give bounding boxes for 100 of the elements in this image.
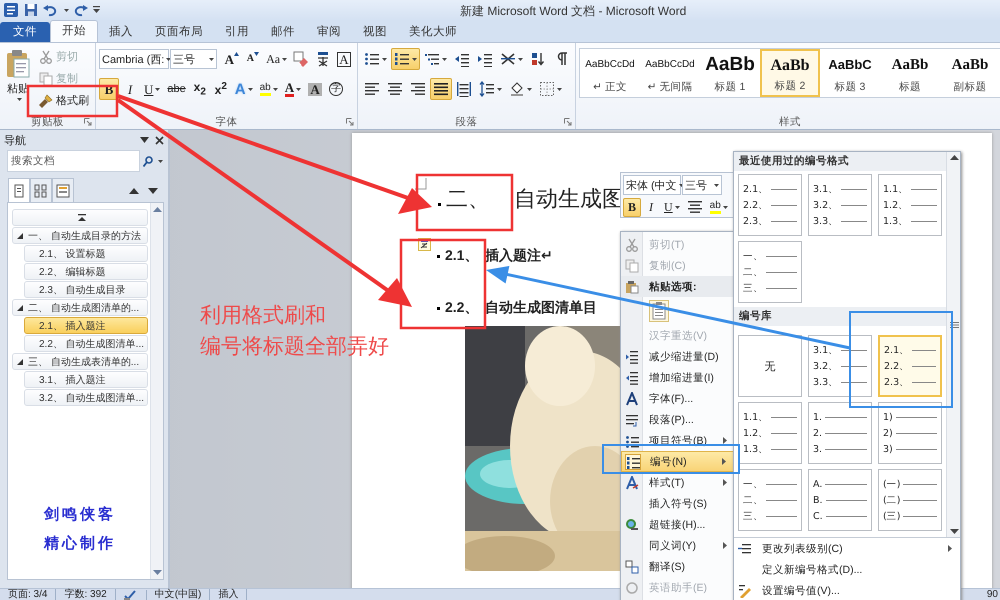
ribbon-tab[interactable]: 审阅	[306, 22, 352, 42]
redo-icon[interactable]	[74, 3, 88, 17]
menu-item[interactable]: 更改列表级别(C)	[734, 538, 960, 559]
undo-icon[interactable]	[43, 3, 57, 17]
font-name-field[interactable]: 宋体 (中文	[623, 175, 681, 195]
strikethrough-button[interactable]: abe	[164, 78, 189, 100]
numbering-format[interactable]: 1.1、 1.2、 1.3、	[738, 402, 802, 464]
dialog-launcher-icon[interactable]	[84, 118, 92, 126]
menu-item[interactable]: 样式(T)	[621, 472, 735, 493]
menu-item[interactable]: 超链接(H)...	[621, 514, 735, 535]
scroll-down-icon[interactable]	[950, 529, 958, 534]
nav-heading[interactable]: 2.1、 设置标题	[24, 245, 148, 262]
dialog-launcher-icon[interactable]	[346, 118, 354, 126]
grow-font-button[interactable]: A	[222, 48, 242, 70]
numbering-format[interactable]: 无	[738, 335, 802, 397]
numbered-list-button[interactable]	[391, 48, 420, 70]
numbering-format[interactable]: 一、 二、 三、	[738, 469, 802, 531]
style-option[interactable]: AaBb 标题 1	[700, 49, 760, 97]
word-count[interactable]: 字数: 392	[56, 589, 116, 600]
numbering-format[interactable]: 一、 二、 三、	[738, 241, 802, 303]
numbering-format[interactable]: 3.1、 3.2、 3.3、	[808, 335, 872, 397]
save-icon[interactable]	[24, 3, 38, 17]
language-indicator[interactable]: 中文(中国)	[146, 589, 210, 600]
scroll-thumb-icon[interactable]	[950, 322, 958, 328]
numbering-format[interactable]: 1) 2) 3)	[878, 402, 942, 464]
search-field[interactable]: 搜索文档	[7, 150, 140, 172]
ribbon-tab[interactable]: 插入	[98, 22, 144, 42]
change-case-button[interactable]: Aa	[264, 48, 290, 70]
underline-button[interactable]: U	[661, 198, 683, 216]
font-name-field[interactable]: Cambria (西:	[99, 49, 169, 69]
character-shading-button[interactable]: A	[305, 78, 326, 100]
italic-button[interactable]: I	[642, 198, 660, 216]
style-option[interactable]: AaBb 标题 2	[760, 49, 820, 97]
numbering-format[interactable]: 1.1、 1.2、 1.3、	[878, 174, 942, 236]
next-heading-icon[interactable]	[148, 188, 158, 194]
format-painter-button[interactable]: 格式刷	[36, 91, 92, 110]
menu-item[interactable]: 同义词(Y)	[621, 535, 735, 556]
ribbon-tab[interactable]: 视图	[352, 22, 398, 42]
headings-view-tab[interactable]	[8, 178, 30, 202]
underline-button[interactable]: U	[141, 78, 164, 100]
insert-mode-indicator[interactable]: 插入	[210, 589, 248, 600]
numbering-format[interactable]: 2.1、 2.2、 2.3、	[878, 335, 942, 397]
document-icon[interactable]	[3, 2, 19, 18]
highlight-button[interactable]: ab	[256, 78, 281, 100]
ribbon-tab[interactable]: 邮件	[260, 22, 306, 42]
menu-item[interactable]: 增加缩进量(I)	[621, 367, 735, 388]
numbering-format[interactable]: 3.1、 3.2、 3.3、	[808, 174, 872, 236]
menu-item[interactable]: 定义新编号格式(D)...	[734, 559, 960, 580]
nav-heading[interactable]: 3.1、 插入题注	[24, 371, 148, 388]
nav-heading[interactable]: 三、 自动生成表清单的...	[12, 353, 148, 370]
nav-heading[interactable]: 2.1、 插入题注	[24, 317, 148, 334]
numbering-format[interactable]: 1. 2. 3.	[808, 402, 872, 464]
nav-heading[interactable]: 3.2、 自动生成图清单...	[24, 389, 148, 406]
search-icon[interactable]	[143, 156, 153, 166]
bold-button[interactable]: B	[623, 198, 641, 216]
style-option[interactable]: AaBb 副标题	[940, 49, 1000, 97]
numbering-format[interactable]: (一) (二) (三)	[878, 469, 942, 531]
numbering-format[interactable]: 2.1、 2.2、 2.3、	[738, 174, 802, 236]
nav-heading[interactable]: 二、 自动生成图清单的...	[12, 299, 148, 316]
superscript-button[interactable]: x$^{2}$	[210, 78, 231, 100]
font-size-field[interactable]: 三号	[682, 175, 722, 195]
menu-item[interactable]: 字体(F)...	[621, 388, 735, 409]
menu-item[interactable]: 减少缩进量(D)	[621, 346, 735, 367]
subscript-button[interactable]: x$_{2}$	[190, 78, 210, 100]
menu-item[interactable]: 设置编号值(V)...	[734, 580, 960, 600]
zoom-level[interactable]: 90	[986, 589, 1000, 600]
scrollbar[interactable]	[946, 152, 960, 537]
menu-item[interactable]: 翻译(S)	[621, 556, 735, 577]
expand-triangle-icon[interactable]	[17, 358, 23, 364]
file-tab[interactable]: 文件	[0, 22, 50, 42]
nav-heading[interactable]: 2.3、 自动生成目录	[24, 281, 148, 298]
ribbon-tab[interactable]: 美化大师	[398, 22, 468, 42]
nav-heading[interactable]: 2.2、 自动生成图清单...	[24, 335, 148, 352]
expand-triangle-icon[interactable]	[17, 304, 23, 310]
italic-button[interactable]: I	[120, 78, 140, 100]
ribbon-tab[interactable]: 页面布局	[144, 22, 214, 42]
numbering-format[interactable]: A. B. C.	[808, 469, 872, 531]
style-option[interactable]: AaBbCcDd ↵ 无间隔	[640, 49, 700, 97]
menu-item[interactable]: 编号(N)	[621, 451, 735, 472]
style-option[interactable]: AaBbC 标题 3	[820, 49, 880, 97]
dialog-launcher-icon[interactable]	[564, 118, 572, 126]
justify-button[interactable]	[430, 78, 452, 100]
customize-icon[interactable]	[93, 6, 100, 14]
style-option[interactable]: AaBbCcDd ↵ 正文	[580, 49, 640, 97]
style-option[interactable]: AaBb 标题	[880, 49, 940, 97]
menu-item[interactable]: 插入符号(S)	[621, 493, 735, 514]
scroll-up-icon[interactable]	[950, 155, 958, 160]
menu-item[interactable]: 段落(P)...	[621, 409, 735, 430]
character-border-button[interactable]: A	[334, 48, 354, 70]
ribbon-tab[interactable]: 开始	[50, 20, 98, 42]
shrink-font-button[interactable]: A	[242, 48, 263, 70]
expand-triangle-icon[interactable]	[17, 232, 23, 238]
font-size-field[interactable]: 三号	[170, 49, 217, 69]
close-icon[interactable]	[155, 136, 164, 144]
proofing-icon[interactable]	[124, 590, 138, 600]
page-count[interactable]: 页面: 3/4	[0, 589, 56, 600]
enclose-character-button[interactable]: 字	[326, 78, 346, 100]
results-view-tab[interactable]	[52, 178, 74, 202]
font-color-button[interactable]: A	[282, 78, 304, 100]
highlight-button[interactable]: ab	[706, 198, 731, 216]
